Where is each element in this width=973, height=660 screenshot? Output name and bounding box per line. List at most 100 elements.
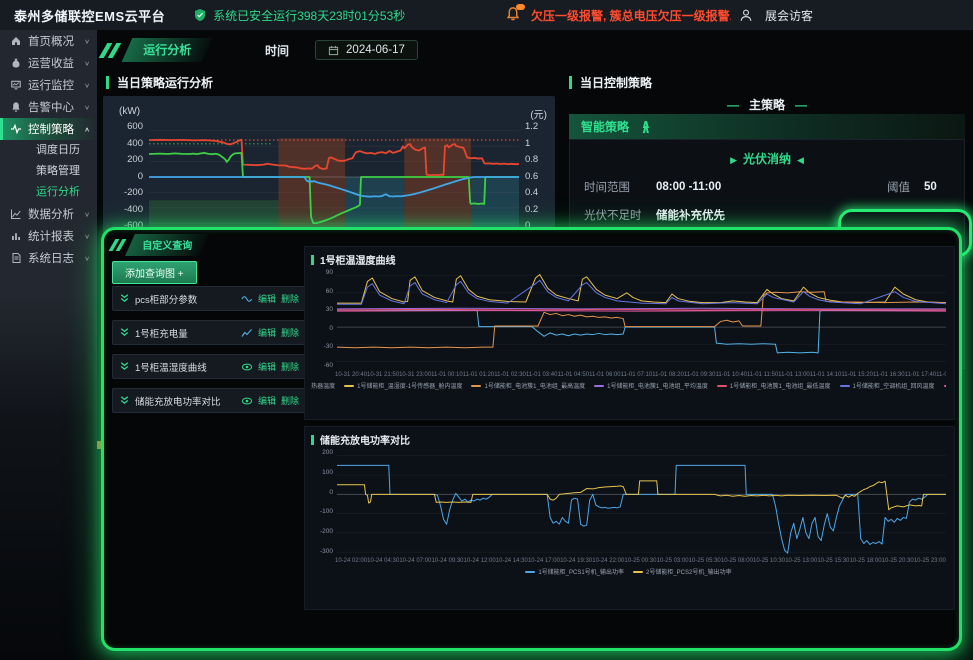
y-tick: -300 — [311, 548, 333, 555]
smart-strategy-header[interactable]: 智能策略 ∧∧ — [569, 114, 965, 139]
legend-swatch — [633, 571, 643, 573]
unit-right: (元) — [530, 106, 547, 121]
y-axis-left: 9060300-30-60 — [311, 270, 337, 370]
edit-button[interactable]: 编辑 — [258, 292, 276, 305]
chart-plot — [337, 450, 946, 556]
title-accent-bar — [311, 435, 314, 445]
y-tick: 600 — [109, 122, 143, 131]
query-name: 1号柜充电量 — [135, 326, 236, 340]
threshold-value: 50 — [924, 181, 946, 193]
legend-item[interactable]: 2号储能柜_PCS2号机_输出功率 — [633, 567, 732, 576]
legend-item[interactable]: 1号储能柜_空调机组_回风温度 — [840, 381, 935, 390]
collapse-icon[interactable]: ∧∧ — [641, 122, 651, 132]
chevrons-down-icon — [119, 395, 130, 406]
legend-item[interactable]: 1号储能柜_电池簇1_电池组_最低温度 — [717, 381, 831, 390]
sidebar-item-5[interactable]: 控制策略∧ — [0, 118, 97, 140]
y-tick: 1 — [525, 139, 549, 148]
x-tick: 11-01 02:30 — [494, 372, 526, 378]
delete-button[interactable]: 删除 — [281, 326, 299, 339]
wave-icon[interactable] — [241, 294, 253, 304]
dash-decor: — — [795, 98, 807, 112]
edit-button[interactable]: 编辑 — [258, 394, 276, 407]
x-tick: 10-24 14:30 — [496, 558, 528, 564]
legend-item[interactable]: 1号储能柜_电池簇1_电池组_最高温度 — [471, 381, 585, 390]
revenue-icon — [10, 57, 22, 69]
query-row[interactable]: 储能充放电功率对比编辑删除 — [112, 388, 306, 413]
delete-button[interactable]: 删除 — [281, 394, 299, 407]
legend-label: 1号储能柜_温湿度-1号传感器_舱内温度 — [357, 381, 462, 390]
edit-button[interactable]: 编辑 — [258, 326, 276, 339]
chart-axes: 2001000-100-200-300 — [311, 450, 946, 556]
legend-swatch — [717, 385, 727, 387]
right-panel-title: 当日控制策略 — [569, 74, 652, 91]
chevrons-down-icon — [119, 293, 130, 304]
data-icon — [10, 208, 22, 220]
legend-item[interactable]: 1号储能柜_空调机组_湿度 — [944, 381, 946, 390]
chart-title: 储能充放电功率对比 — [311, 432, 946, 447]
y-tick: 90 — [311, 269, 333, 276]
chart-title: 1号柜温湿度曲线 — [311, 252, 946, 267]
monitor-icon — [10, 79, 22, 91]
sidebar-subitem[interactable]: 调度日历 — [0, 140, 97, 161]
legend-swatch — [944, 385, 946, 387]
query-list: pcs柜部分参数编辑删除1号柜充电量编辑删除1号柜温湿度曲线编辑删除储能充放电功… — [112, 286, 306, 422]
sidebar-subitem[interactable]: 运行分析 — [0, 182, 97, 203]
query-row[interactable]: 1号柜温湿度曲线 编辑删除 — [112, 354, 306, 379]
eye-icon[interactable] — [241, 396, 253, 406]
charge-discharge-chart: 储能充放电功率对比2001000-100-200-30010-24 02:001… — [304, 426, 955, 610]
visitor-label[interactable]: 展会访客 — [765, 7, 813, 24]
y-tick: 200 — [109, 155, 143, 164]
series-1号储能柜_电池簇1_电池组_最高温度 — [337, 292, 946, 348]
legend-item[interactable]: 1号储能柜_温湿度-1号传感器_舱内温度 — [344, 381, 462, 390]
sidebar-item-1[interactable]: 首页概况∨ — [0, 30, 97, 52]
query-row[interactable]: pcs柜部分参数编辑删除 — [112, 286, 306, 311]
x-tick: 11-01 11:50 — [747, 372, 778, 378]
chevrons-down-icon — [119, 361, 130, 372]
app-title: 泰州多储联控EMS云平台 — [14, 6, 165, 25]
tab-run-analysis[interactable]: 运行分析 — [103, 39, 207, 61]
sidebar-item-label: 控制策略 — [28, 121, 74, 137]
x-tick: 10-25 08:00 — [721, 558, 753, 564]
delete-button[interactable]: 删除 — [281, 360, 299, 373]
sidebar-item-7[interactable]: 统计报表∨ — [0, 225, 97, 247]
x-tick: 10-25 20:30 — [882, 558, 914, 564]
x-tick: 11-01 18:50 — [936, 372, 946, 378]
date-picker[interactable]: 2024-06-17 — [315, 40, 418, 60]
alarm-ticker[interactable]: 欠压一级报警, 簇总电压欠压一级报警, 簇SO — [531, 7, 731, 24]
edit-button[interactable]: 编辑 — [258, 360, 276, 373]
home-icon — [10, 35, 22, 47]
time-label: 时间 — [265, 42, 289, 59]
delete-button[interactable]: 删除 — [281, 292, 299, 305]
sidebar-subitem[interactable]: 策略管理 — [0, 161, 97, 182]
x-tick: 11-01 07:10 — [621, 372, 653, 378]
left-triangle-icon: ▶ — [730, 155, 737, 165]
chevron-down-icon: ∨ — [84, 103, 90, 110]
alarm-bell-icon[interactable] — [505, 6, 523, 24]
y-tick: 0 — [109, 172, 143, 181]
x-tick: 10-25 23:00 — [914, 558, 946, 564]
sidebar-item-6[interactable]: 数据分析∨ — [0, 203, 97, 225]
legend-item[interactable]: 1号储能柜_PCS1号机_输出功率 — [525, 567, 624, 576]
x-tick: 10-31 21:50 — [367, 372, 399, 378]
legend-item[interactable]: 1号储能柜_PCS1号机_散热器温度 — [311, 381, 335, 390]
query-row[interactable]: 1号柜充电量 编辑删除 — [112, 320, 306, 345]
dash-decor: — — [727, 98, 739, 112]
chart-title-text: 储能充放电功率对比 — [320, 432, 410, 447]
query-name: 1号柜温湿度曲线 — [135, 360, 236, 374]
y-tick: 0 — [311, 325, 333, 332]
chart-icon[interactable] — [241, 328, 253, 338]
user-icon[interactable] — [739, 8, 753, 22]
sidebar-item-8[interactable]: 系统日志∨ — [0, 247, 97, 269]
tab-custom-query[interactable]: 自定义查询 — [112, 236, 204, 254]
sidebar-item-3[interactable]: 运行监控∨ — [0, 74, 97, 96]
sidebar-item-2[interactable]: 运营收益∨ — [0, 52, 97, 74]
legend-item[interactable]: 1号储能柜_电池簇1_电池组_平均温度 — [594, 381, 708, 390]
add-query-button[interactable]: 添加查询图 + — [112, 261, 197, 284]
x-tick: 10-25 13:00 — [785, 558, 817, 564]
legend-label: 1号储能柜_电池簇1_电池组_最高温度 — [484, 381, 585, 390]
eye-icon[interactable] — [241, 362, 253, 372]
sidebar-item-4[interactable]: 告警中心∨ — [0, 96, 97, 118]
chart-plot — [149, 123, 519, 231]
y-tick: 100 — [311, 469, 333, 476]
legend-swatch — [471, 385, 481, 387]
